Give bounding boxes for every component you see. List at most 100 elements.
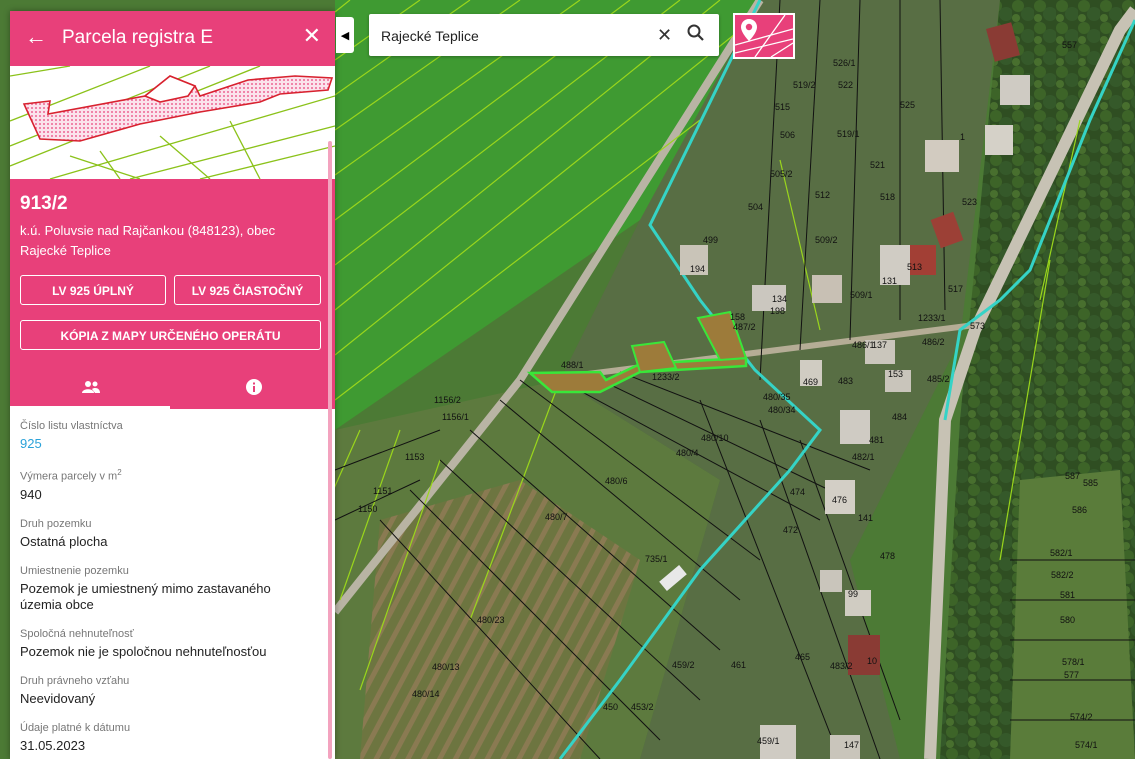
search-bar: ✕	[369, 14, 719, 56]
parcel-number-label: 483/2	[830, 661, 853, 671]
parcel-number-label: 450	[603, 702, 618, 712]
parcel-number-label: 573	[970, 321, 985, 331]
detail-value: 31.05.2023	[20, 737, 86, 753]
map-copy-button[interactable]: KÓPIA Z MAPY URČENÉHO OPERÁTU	[20, 320, 321, 350]
parcel-detail-panel: ← Parcela registra E ✕ 913/2 k.ú. Poluvs…	[10, 11, 335, 759]
ownership-sheet-link[interactable]: 925	[20, 436, 325, 452]
parcel-number-label: 10	[867, 656, 877, 666]
parcel-number-label: 487/2	[733, 322, 756, 332]
parcel-number-label: 517	[948, 284, 963, 294]
parcel-number-label: 519/1	[837, 129, 860, 139]
detail-label: Výmera parcely v m2	[20, 468, 122, 483]
info-icon	[246, 379, 262, 395]
parcel-number-label: 131	[882, 276, 897, 286]
detail-label: Číslo listu vlastníctva	[20, 420, 123, 432]
parcel-number-label: 465	[795, 652, 810, 662]
parcel-number-label: 1151	[373, 486, 392, 496]
tab-info[interactable]	[173, 365, 335, 409]
panel-tabs	[10, 365, 335, 409]
parcel-number-label: 480/10	[701, 433, 729, 443]
arrow-left-icon[interactable]: ←	[25, 25, 47, 49]
parcel-number-label: 582/2	[1051, 570, 1074, 580]
parcel-details-list: Číslo listu vlastníctva 925 Výmera parce…	[10, 409, 335, 759]
parcel-number-label: 480/23	[477, 615, 505, 625]
close-icon[interactable]: ✕	[657, 25, 672, 46]
parcel-number-label: 526/1	[833, 58, 856, 68]
parcel-number-label: 512	[815, 190, 830, 200]
parcel-number-label: 480/34	[768, 405, 796, 415]
parcel-number-label: 485/2	[927, 374, 950, 384]
detail-label: Údaje platné k dátumu	[20, 721, 131, 734]
parcel-number-label: 574/2	[1070, 712, 1093, 722]
detail-label: Druh právneho vzťahu	[20, 674, 130, 687]
parcel-number-label: 1150	[358, 504, 377, 514]
parcel-number-label: 481	[869, 435, 884, 445]
parcel-location: k.ú. Poluvsie nad Rajčankou (848123), ob…	[20, 223, 276, 258]
parcel-number-label: 523	[962, 197, 977, 207]
parcel-number-label: 582/1	[1050, 548, 1073, 558]
parcel-number-label: 480/14	[412, 689, 440, 699]
parcel-number-label: 480/35	[763, 392, 791, 402]
search-icon[interactable]	[687, 24, 705, 47]
detail-value: Pozemok nie je spoločnou nehnuteľnosťou	[20, 643, 267, 659]
chevron-left-icon: ◀	[340, 29, 350, 42]
parcel-number-label: 1156/2	[434, 395, 461, 405]
parcel-number-label: 585	[1083, 478, 1098, 488]
parcel-number-label: 1153	[405, 452, 424, 462]
parcel-number-label: 453/2	[631, 702, 654, 712]
map-layer-button[interactable]	[733, 13, 795, 59]
parcel-number-label: 461	[731, 660, 746, 670]
owners-icon	[82, 381, 100, 393]
parcel-summary: 913/2 k.ú. Poluvsie nad Rajčankou (84812…	[10, 179, 335, 409]
parcel-number-label: 577	[1064, 670, 1079, 680]
parcel-number-label: 474	[790, 487, 805, 497]
parcel-number-label: 513	[907, 262, 922, 272]
lv-full-button[interactable]: LV 925 ÚPLNÝ	[20, 275, 166, 305]
collapse-panel-button[interactable]: ◀	[336, 17, 354, 53]
detail-label: Druh pozemku	[20, 517, 92, 530]
parcel-number-label: 506	[780, 130, 795, 140]
parcel-number-label: 525	[900, 100, 915, 110]
parcel-number-label: 141	[858, 513, 873, 523]
parcel-number-label: 459/1	[757, 736, 780, 746]
parcel-number-label: 478	[880, 551, 895, 561]
panel-title: Parcela registra E	[62, 27, 214, 48]
detail-label: Umiestnenie pozemku	[20, 564, 129, 577]
parcel-number-label: 153	[888, 369, 903, 379]
parcel-number-label: 735/1	[645, 554, 668, 564]
detail-value: Pozemok je umiestnený mimo zastavaného ú…	[20, 580, 271, 612]
detail-value: 940	[20, 486, 42, 502]
map-pin-layer-icon	[734, 14, 794, 58]
parcel-number-label: 581	[1060, 590, 1075, 600]
parcel-number-label: 522	[838, 80, 853, 90]
parcel-number-label: 1233/2	[652, 372, 680, 382]
parcel-number-label: 505/2	[770, 169, 793, 179]
parcel-number-label: 158	[730, 312, 745, 322]
detail-value: Neevidovaný	[20, 690, 96, 706]
tab-owners[interactable]	[10, 365, 172, 409]
parcel-number-label: 521	[870, 160, 885, 170]
parcel-thumbnail-map	[10, 66, 335, 179]
parcel-number-label: 518	[880, 192, 895, 202]
parcel-number-label: 586	[1072, 505, 1087, 515]
parcel-number-label: 1	[960, 132, 965, 142]
panel-scrollbar[interactable]	[328, 141, 332, 759]
lv-partial-button[interactable]: LV 925 ČIASTOČNÝ	[174, 275, 321, 305]
parcel-number-label: 488/1	[561, 360, 584, 370]
search-input[interactable]	[379, 23, 643, 49]
parcel-number-label: 476	[832, 495, 847, 505]
parcel-number-label: 480/13	[432, 662, 460, 672]
parcel-number-label: 1233/1	[918, 313, 946, 323]
parcel-number-label: 509/1	[850, 290, 873, 300]
parcel-number-label: 578/1	[1062, 657, 1085, 667]
parcel-number-label: 483	[838, 376, 853, 386]
parcel-number-label: 469	[803, 377, 818, 387]
parcel-number-label: 134	[772, 294, 787, 304]
parcel-number-label: 147	[844, 740, 859, 750]
parcel-number: 913/2	[20, 193, 68, 214]
parcel-number-label: 515	[775, 102, 790, 112]
detail-label: Spoločná nehnuteľnosť	[20, 627, 134, 640]
parcel-number-label: 480/4	[676, 448, 699, 458]
parcel-number-label: 1156/1	[442, 412, 469, 422]
close-icon[interactable]: ✕	[303, 24, 321, 48]
